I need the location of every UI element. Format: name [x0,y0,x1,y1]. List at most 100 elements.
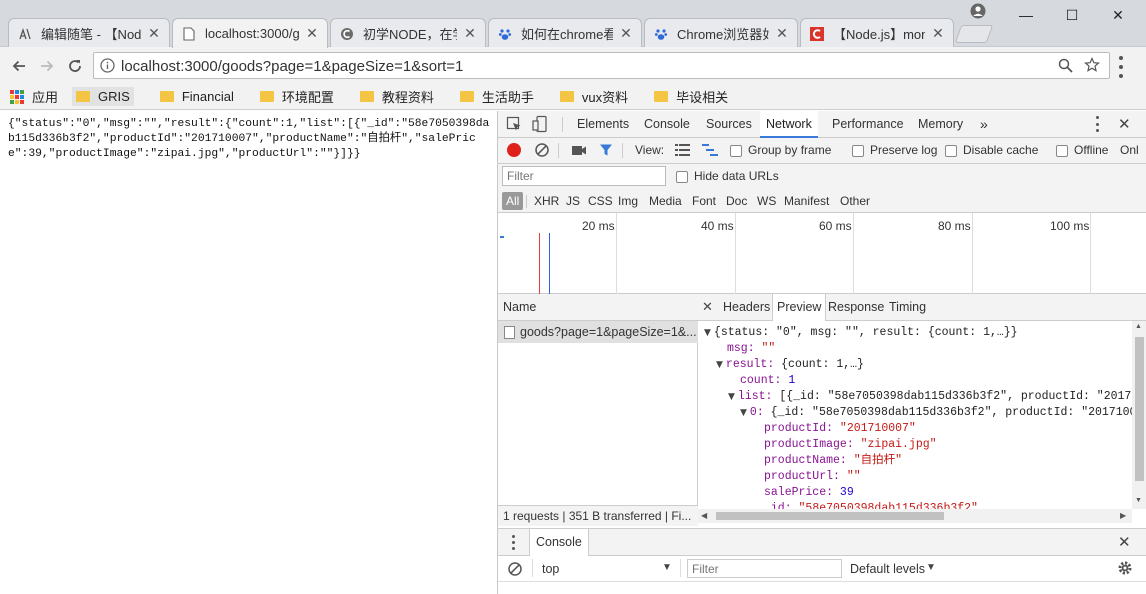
preserve-log-checkbox[interactable]: Preserve log [852,143,937,157]
star-icon[interactable] [1084,57,1100,76]
bookmark-folder[interactable]: Financial [159,89,234,104]
throttling-select[interactable]: Onl [1120,143,1139,157]
minimize-button[interactable]: — [1006,2,1046,28]
type-filter-media[interactable]: Media [645,192,686,210]
clear-console-icon[interactable] [507,561,523,580]
type-filter-ws[interactable]: WS [753,192,780,210]
tab-console[interactable]: Console [638,111,696,138]
tab-performance[interactable]: Performance [826,111,910,138]
type-filter-all[interactable]: All [502,192,524,210]
waterfall-view-icon[interactable] [702,144,718,159]
network-overview-timeline[interactable]: 20 ms 40 ms 60 ms 80 ms 100 ms [498,213,1146,294]
chevron-down-icon[interactable]: ▼ [662,562,672,573]
chevron-down-icon[interactable]: ▼ [926,562,936,573]
close-window-button[interactable]: ✕ [1098,2,1138,28]
group-by-frame-checkbox[interactable]: Group by frame [730,143,831,157]
bookmark-folder[interactable]: 毕设相关 [654,87,728,106]
close-devtools-icon[interactable]: ✕ [1118,115,1131,133]
type-filter-font[interactable]: Font [688,192,720,210]
console-filter-input[interactable] [687,559,842,578]
scroll-up-icon[interactable]: ▲ [1135,323,1142,330]
zoom-icon[interactable] [1058,58,1073,76]
close-icon[interactable]: ✕ [147,25,161,42]
more-tabs-icon[interactable]: » [974,111,994,138]
browser-tab-active[interactable]: localhost:3000/g ✕ [172,18,328,48]
close-icon[interactable]: ✕ [463,25,477,42]
close-icon[interactable]: ✕ [775,25,789,42]
close-detail-icon[interactable]: ✕ [702,299,713,315]
horizontal-scrollbar[interactable]: ◀ ▶ [698,509,1132,523]
document-icon [504,326,515,340]
tab-network[interactable]: Network [760,111,818,138]
scrollbar-thumb[interactable] [1135,337,1144,481]
browser-tab[interactable]: 编辑随笔 - 【Nod ✕ [8,18,170,48]
back-button[interactable] [6,53,32,79]
tab-elements[interactable]: Elements [571,111,635,138]
devtools-menu-icon[interactable] [1094,116,1100,132]
scroll-down-icon[interactable]: ▼ [1135,497,1142,504]
tree-node-root[interactable]: ▼ {status: "0", msg: "", result: {count: … [704,325,1018,341]
tab-response[interactable]: Response [824,294,888,321]
bookmark-folder[interactable]: vux资料 [559,87,628,106]
tab-console-drawer[interactable]: Console [529,529,589,556]
tab-preview[interactable]: Preview [772,294,827,321]
close-icon[interactable]: ✕ [931,25,945,42]
gear-icon[interactable] [1117,560,1133,579]
tab-memory[interactable]: Memory [912,111,969,138]
type-filter-css[interactable]: CSS [584,192,617,210]
bookmark-folder[interactable]: 环境配置 [259,87,334,106]
close-drawer-icon[interactable]: ✕ [1118,533,1131,551]
device-toolbar-icon[interactable] [532,115,548,136]
type-filter-manifest[interactable]: Manifest [780,192,833,210]
offline-checkbox[interactable]: Offline [1056,143,1108,157]
scrollbar-thumb[interactable] [716,512,944,520]
type-filter-doc[interactable]: Doc [722,192,751,210]
reload-button[interactable] [62,53,88,79]
name-column-header[interactable]: Name [498,294,698,321]
tree-node-list[interactable]: ▼ list: [{_id: "58e7050398dab115d336b3f2"… [728,389,1132,405]
browser-tab[interactable]: 初学NODE，在学 ✕ [330,18,486,48]
tab-sources[interactable]: Sources [700,111,758,138]
type-filter-xhr[interactable]: XHR [530,192,563,210]
browser-tab[interactable]: 如何在chrome看 ✕ [488,18,642,48]
close-icon[interactable]: ✕ [619,25,633,42]
bookmark-apps[interactable]: 应用 [10,87,58,106]
bookmark-folder[interactable]: 生活助手 [459,87,534,106]
tab-timing[interactable]: Timing [885,294,930,321]
filter-icon[interactable] [599,143,613,160]
scroll-left-icon[interactable]: ◀ [701,511,707,520]
bookmark-folder[interactable]: GRIS [72,87,134,106]
vertical-scrollbar[interactable]: ▲ ▼ [1132,321,1146,509]
info-icon[interactable] [100,58,115,76]
type-filter-js[interactable]: JS [562,192,584,210]
disable-cache-checkbox[interactable]: Disable cache [945,143,1038,157]
tree-node-result[interactable]: ▼ result: {count: 1,…} [716,357,864,373]
hide-data-urls-checkbox[interactable]: Hide data URLs [676,169,779,183]
kebab-menu-icon[interactable] [1118,56,1124,78]
close-icon[interactable]: ✕ [305,25,319,42]
new-tab-button[interactable] [954,25,994,43]
type-filter-other[interactable]: Other [836,192,874,210]
network-filter-input[interactable] [502,166,666,186]
type-filter-img[interactable]: Img [614,192,642,210]
browser-tab[interactable]: Chrome浏览器如 ✕ [644,18,798,48]
context-select[interactable]: top [542,562,559,576]
list-view-icon[interactable] [675,144,690,159]
profile-icon[interactable] [970,3,986,22]
address-bar[interactable]: localhost:3000/goods?page=1&pageSize=1&s… [93,52,1110,79]
log-levels-select[interactable]: Default levels [850,562,925,576]
tab-headers[interactable]: Headers [719,294,774,321]
tree-node-field: salePrice: 39 [764,485,854,501]
forward-button[interactable] [34,53,60,79]
inspect-element-icon[interactable] [506,116,522,135]
clear-icon[interactable] [534,142,550,161]
scroll-right-icon[interactable]: ▶ [1120,511,1126,520]
tree-node-item[interactable]: ▼ 0: {_id: "58e7050398dab115d336b3f2", pr… [740,405,1132,421]
bookmark-folder[interactable]: 教程资料 [359,87,434,106]
record-icon[interactable] [507,143,521,157]
drawer-menu-icon[interactable] [512,535,516,550]
request-row[interactable]: goods?page=1&pageSize=1&... [498,321,698,343]
browser-tab[interactable]: 【Node.js】mon ✕ [800,18,954,48]
camera-icon[interactable] [571,144,587,160]
maximize-button[interactable]: ☐ [1052,2,1092,28]
